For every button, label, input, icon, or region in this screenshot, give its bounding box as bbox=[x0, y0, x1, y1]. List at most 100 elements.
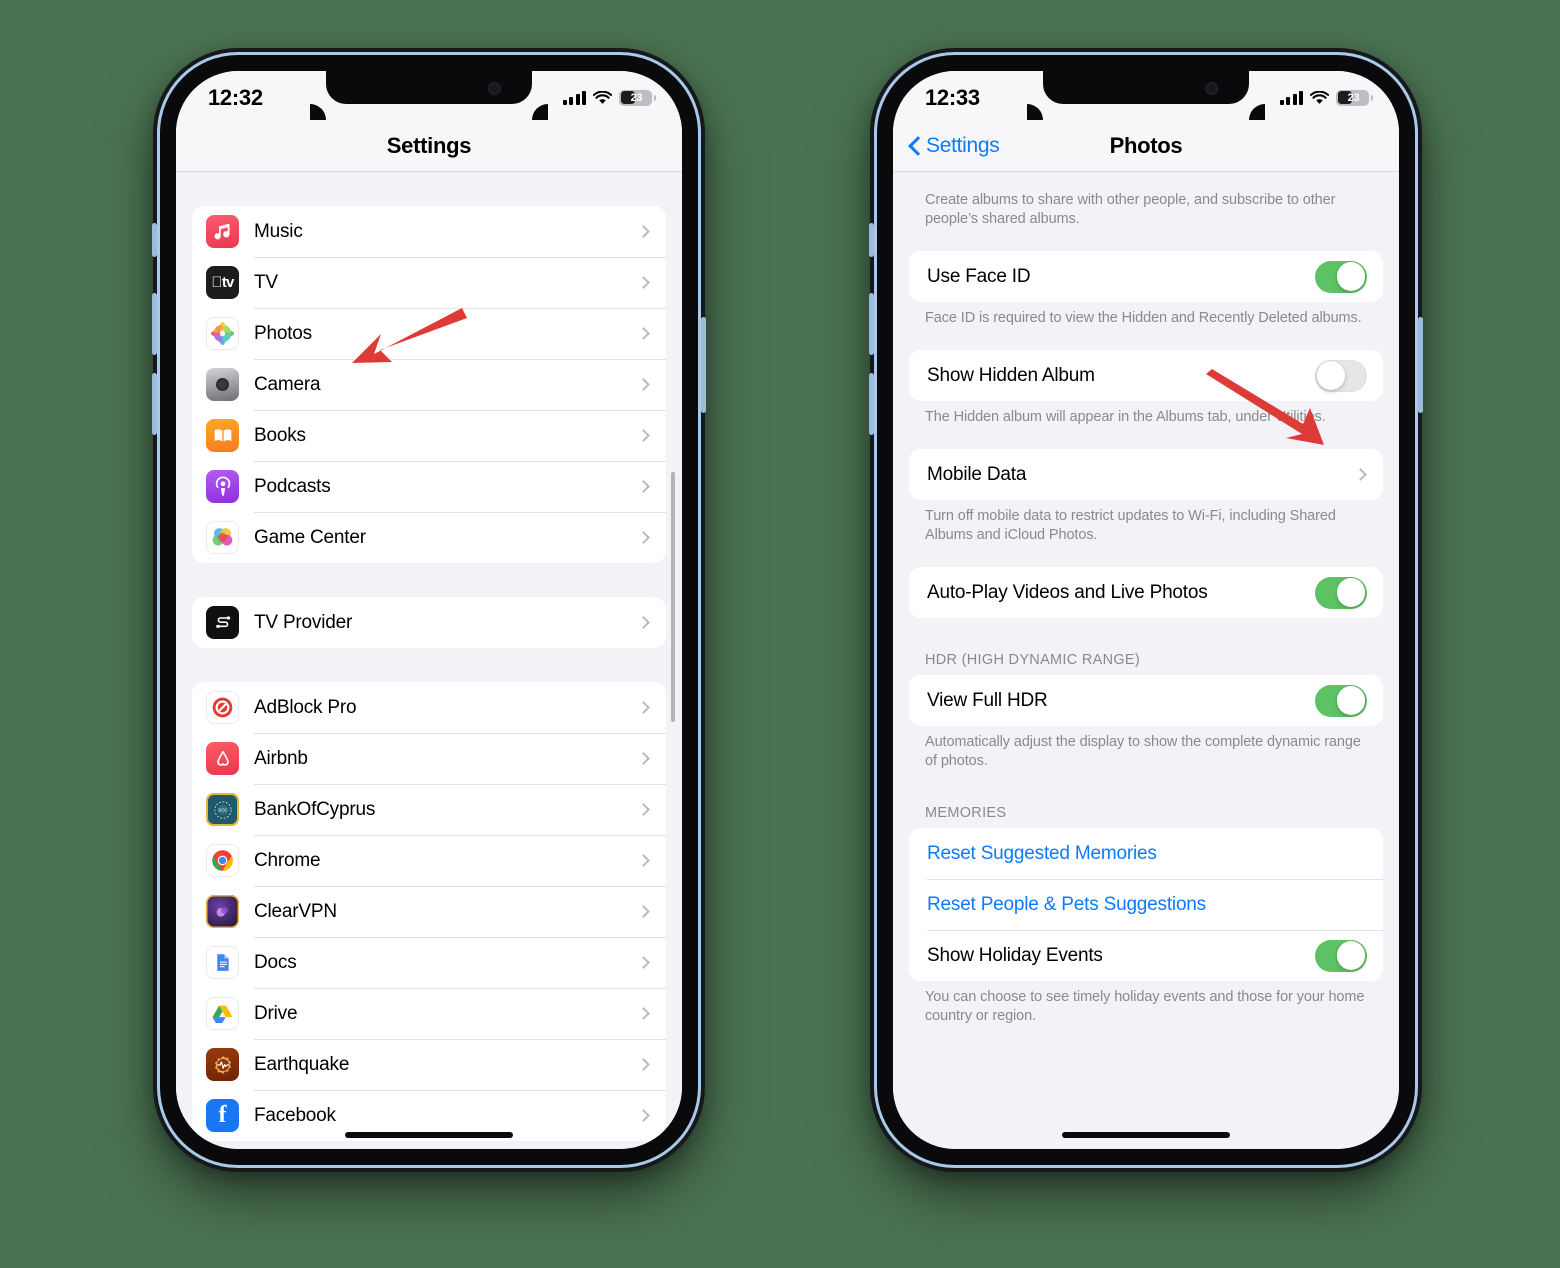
settings-row-tv[interactable]: tv TV bbox=[192, 257, 666, 308]
volume-down-button[interactable] bbox=[869, 373, 874, 435]
chevron-right-icon bbox=[637, 531, 650, 544]
settings-row-airbnb[interactable]: Airbnb bbox=[192, 733, 666, 784]
tv-app-icon: tv bbox=[206, 266, 239, 299]
tv-provider-group: TV Provider bbox=[192, 597, 666, 648]
chevron-left-icon bbox=[909, 136, 921, 156]
screenshot-canvas: 12:32 23 Settings Music tv TV Photos Cam… bbox=[0, 0, 1560, 1268]
page-title: Settings bbox=[386, 132, 472, 158]
settings-row-use-face-id[interactable]: Use Face ID bbox=[909, 251, 1383, 302]
settings-row-clearvpn[interactable]: ClearVPN bbox=[192, 886, 666, 937]
mobile-data-group: Mobile Data bbox=[909, 449, 1383, 500]
hidden-album-footnote: The Hidden album will appear in the Albu… bbox=[925, 409, 1326, 425]
right-phone-device: 12:33 23 Settings Photos Create albums t… bbox=[869, 55, 1423, 1165]
settings-row-label: Docs bbox=[254, 951, 297, 973]
settings-row-label: Drive bbox=[254, 1002, 298, 1024]
back-button[interactable]: Settings bbox=[909, 120, 1000, 171]
battery-icon: 23 bbox=[1336, 89, 1373, 106]
battery-icon: 23 bbox=[619, 89, 656, 106]
settings-row-camera[interactable]: Camera bbox=[192, 359, 666, 410]
settings-row-label: AdBlock Pro bbox=[254, 696, 357, 718]
settings-row-books[interactable]: Books bbox=[192, 410, 666, 461]
bankofcyprus-app-icon: BOC bbox=[206, 793, 239, 826]
settings-row-label: Use Face ID bbox=[927, 265, 1031, 287]
settings-row-label: Earthquake bbox=[254, 1053, 350, 1075]
settings-row-tv-provider[interactable]: TV Provider bbox=[192, 597, 666, 648]
settings-row-show-holiday-events[interactable]: Show Holiday Events bbox=[909, 930, 1383, 981]
left-phone-screen: 12:32 23 Settings Music tv TV Photos Cam… bbox=[176, 71, 682, 1149]
settings-row-label: TV Provider bbox=[254, 611, 353, 633]
chevron-right-icon bbox=[637, 327, 650, 340]
settings-row-show-hidden-album[interactable]: Show Hidden Album bbox=[909, 350, 1383, 401]
photos-settings-list[interactable]: Create albums to share with other people… bbox=[893, 172, 1399, 1149]
settings-row-game-center[interactable]: Game Center bbox=[192, 512, 666, 563]
power-button[interactable] bbox=[1418, 317, 1423, 413]
use-face-id-toggle[interactable] bbox=[1315, 260, 1367, 293]
right-phone-screen: 12:33 23 Settings Photos Create albums t… bbox=[893, 71, 1399, 1149]
silent-switch[interactable] bbox=[152, 223, 157, 257]
show-hidden-album-toggle[interactable] bbox=[1315, 359, 1367, 392]
chevron-right-icon bbox=[637, 905, 650, 918]
settings-row-music[interactable]: Music bbox=[192, 206, 666, 257]
settings-row-reset-people-pets[interactable]: Reset People & Pets Suggestions bbox=[909, 879, 1383, 930]
books-app-icon bbox=[206, 419, 239, 452]
chevron-right-icon bbox=[637, 803, 650, 816]
settings-row-label: Reset People & Pets Suggestions bbox=[927, 893, 1206, 915]
chevron-right-icon bbox=[637, 378, 650, 391]
settings-row-reset-suggested-memories[interactable]: Reset Suggested Memories bbox=[909, 828, 1383, 879]
settings-row-auto-play[interactable]: Auto-Play Videos and Live Photos bbox=[909, 567, 1383, 618]
home-indicator bbox=[345, 1132, 513, 1138]
settings-row-earthquake[interactable]: Earthquake bbox=[192, 1039, 666, 1090]
settings-list[interactable]: Music tv TV bbox=[176, 172, 682, 1149]
power-button[interactable] bbox=[701, 317, 706, 413]
chevron-right-icon bbox=[637, 1007, 650, 1020]
settings-row-bankofcyprus[interactable]: BOC BankOfCyprus bbox=[192, 784, 666, 835]
settings-row-label: BankOfCyprus bbox=[254, 798, 376, 820]
clearvpn-app-icon bbox=[206, 895, 239, 928]
chevron-right-icon bbox=[637, 1109, 650, 1122]
chevron-right-icon bbox=[637, 225, 650, 238]
settings-row-docs[interactable]: Docs bbox=[192, 937, 666, 988]
front-camera-icon bbox=[1205, 82, 1218, 95]
notch bbox=[1043, 71, 1249, 104]
scrollbar[interactable] bbox=[671, 472, 675, 722]
back-button-label: Settings bbox=[926, 133, 1000, 157]
game-center-app-icon bbox=[206, 521, 239, 554]
cellular-bars-icon bbox=[1279, 90, 1303, 105]
settings-row-label: Airbnb bbox=[254, 747, 308, 769]
nav-bar: Settings bbox=[176, 120, 682, 172]
show-hidden-album-group: Show Hidden Album bbox=[909, 350, 1383, 401]
volume-up-button[interactable] bbox=[869, 293, 874, 355]
status-bar-indicators: 23 bbox=[1279, 89, 1373, 106]
third-party-apps-group: AdBlock Pro Airbnb BOC BankOfCyprus Chro… bbox=[192, 682, 666, 1141]
settings-row-mobile-data[interactable]: Mobile Data bbox=[909, 449, 1383, 500]
tv-provider-app-icon bbox=[206, 606, 239, 639]
auto-play-toggle[interactable] bbox=[1315, 576, 1367, 609]
status-bar-time: 12:32 bbox=[208, 84, 263, 110]
settings-row-chrome[interactable]: Chrome bbox=[192, 835, 666, 886]
auto-play-group: Auto-Play Videos and Live Photos bbox=[909, 567, 1383, 618]
drive-app-icon bbox=[206, 997, 239, 1030]
settings-row-view-full-hdr[interactable]: View Full HDR bbox=[909, 675, 1383, 726]
adblock-pro-app-icon bbox=[206, 691, 239, 724]
silent-switch[interactable] bbox=[869, 223, 874, 257]
settings-row-adblock-pro[interactable]: AdBlock Pro bbox=[192, 682, 666, 733]
show-holiday-events-toggle[interactable] bbox=[1315, 939, 1367, 972]
docs-app-icon bbox=[206, 946, 239, 979]
status-bar-indicators: 23 bbox=[562, 89, 656, 106]
chevron-right-icon bbox=[637, 701, 650, 714]
settings-row-label: Reset Suggested Memories bbox=[927, 842, 1157, 864]
volume-up-button[interactable] bbox=[152, 293, 157, 355]
chevron-right-icon bbox=[1354, 468, 1367, 481]
chevron-right-icon bbox=[637, 616, 650, 629]
wifi-icon bbox=[593, 90, 612, 105]
left-phone-device: 12:32 23 Settings Music tv TV Photos Cam… bbox=[152, 55, 706, 1165]
hdr-section-header: HDR (HIGH DYNAMIC RANGE) bbox=[925, 652, 1141, 668]
volume-down-button[interactable] bbox=[152, 373, 157, 435]
view-full-hdr-toggle[interactable] bbox=[1315, 684, 1367, 717]
apple-apps-group: Music tv TV bbox=[192, 206, 666, 563]
settings-row-drive[interactable]: Drive bbox=[192, 988, 666, 1039]
settings-row-photos[interactable]: Photos bbox=[192, 308, 666, 359]
home-indicator bbox=[1062, 1132, 1230, 1138]
holiday-events-footnote: You can choose to see timely holiday eve… bbox=[925, 989, 1365, 1024]
settings-row-podcasts[interactable]: Podcasts bbox=[192, 461, 666, 512]
